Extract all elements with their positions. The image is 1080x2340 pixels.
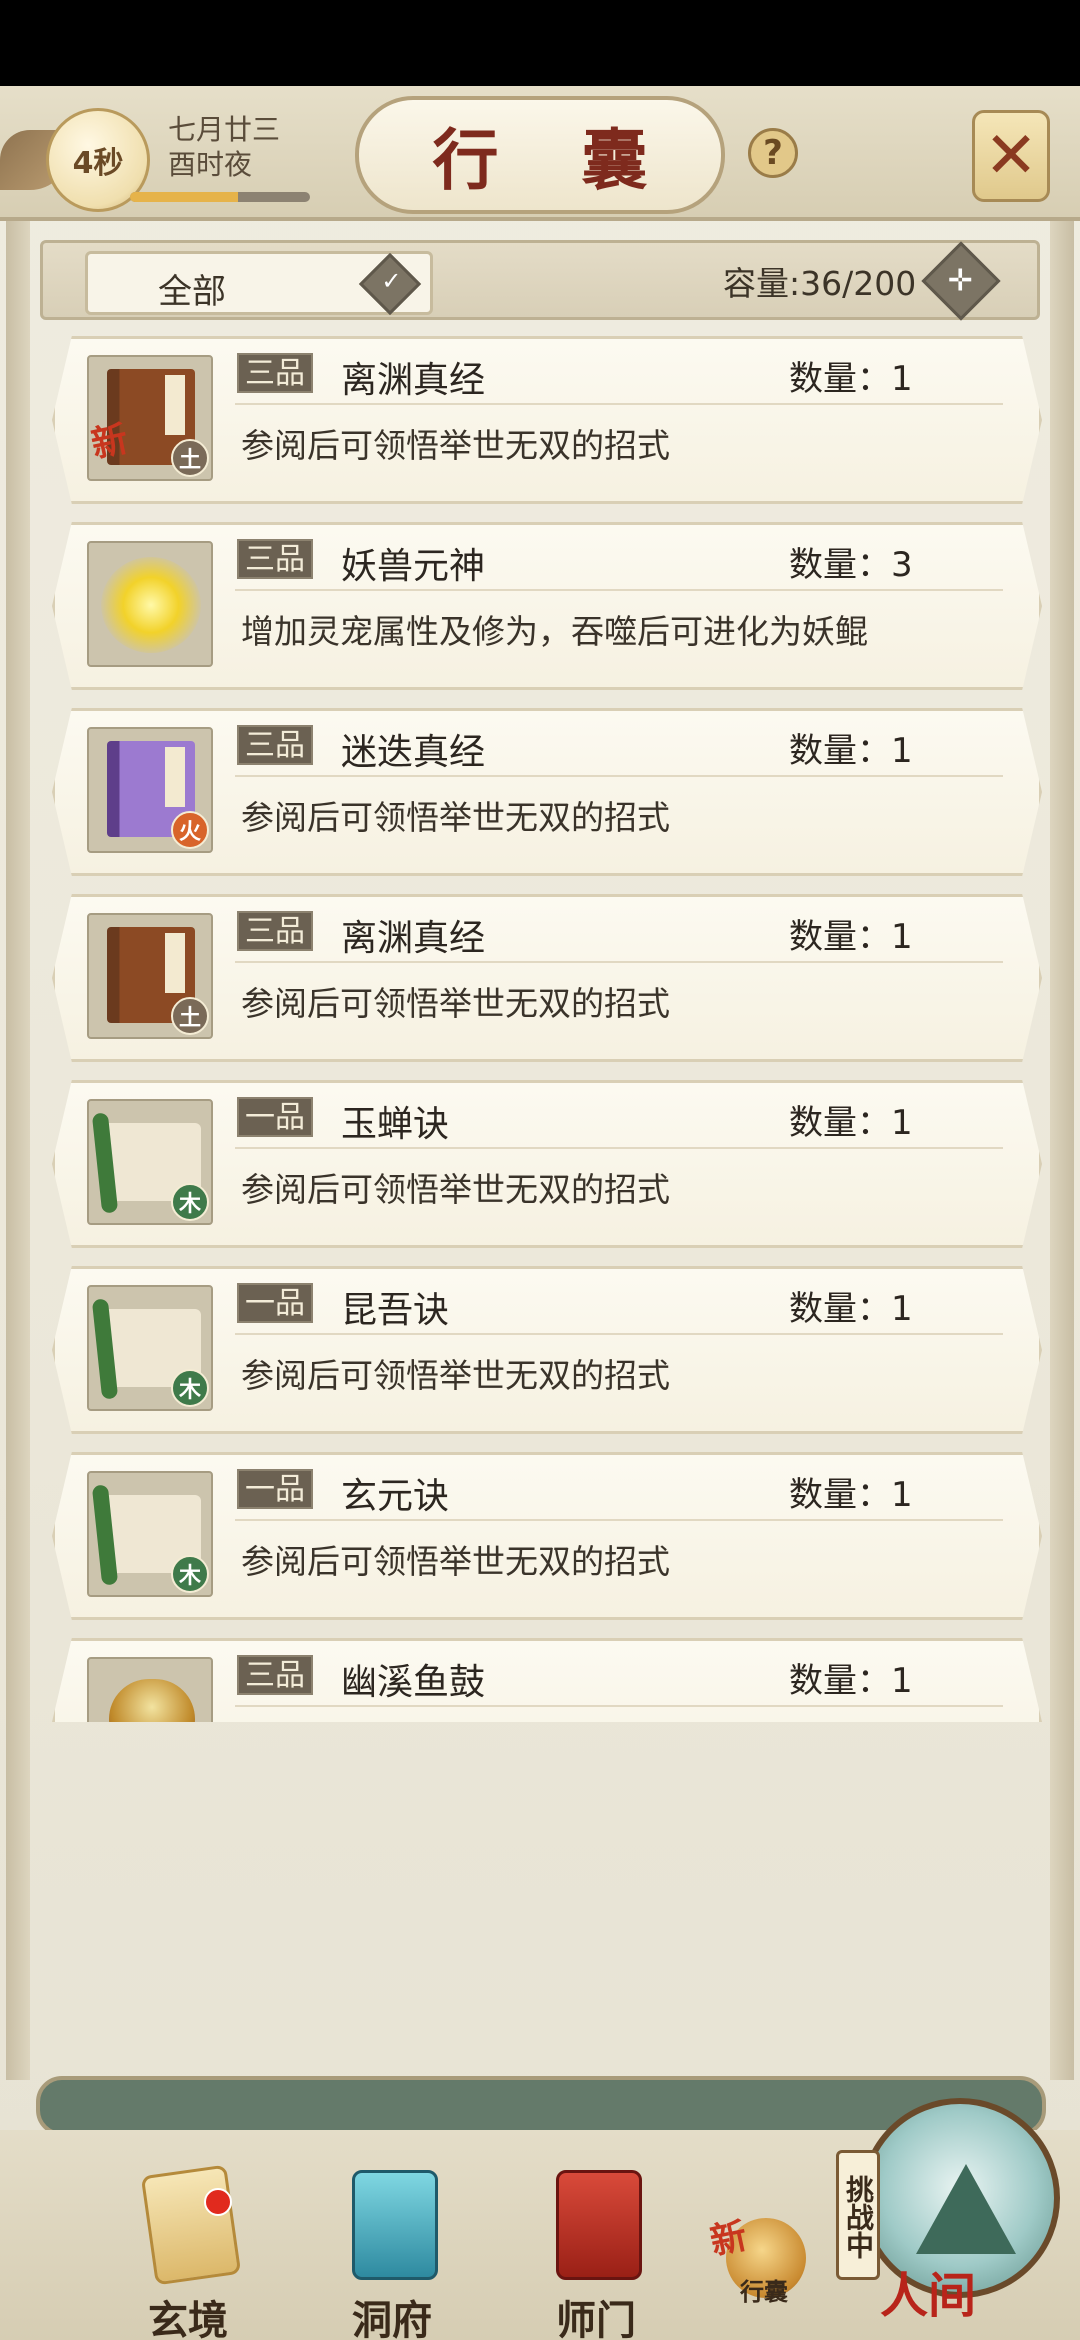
list-item[interactable]: 土新三品 离渊真经 数量：1 参阅后可领悟举世无双的招式	[52, 336, 1042, 504]
notification-dot	[204, 2188, 232, 2216]
item-name: 昆吾诀	[341, 1290, 450, 1331]
element-badge: 土	[171, 439, 209, 477]
pavilion-icon	[352, 2170, 438, 2280]
divider	[235, 589, 1003, 591]
divider	[235, 1147, 1003, 1149]
new-badge: 新	[706, 2214, 751, 2264]
grade-tag: 三品	[237, 1655, 313, 1695]
mountain-icon	[916, 2164, 1016, 2254]
nav-sect[interactable]: 师门	[526, 2170, 666, 2340]
category-dropdown-label: 全部	[158, 272, 226, 312]
page-title: 行 囊	[355, 96, 725, 214]
nav-cave[interactable]: 洞府	[322, 2170, 462, 2340]
list-item[interactable]: 火 三品 迷迭真经 数量：1 参阅后可领悟举世无双的招式	[52, 708, 1042, 876]
item-description: 参阅后可领悟举世无双的招式	[241, 1170, 670, 1209]
item-description: 参阅后可领悟举世无双的招式	[241, 1356, 670, 1395]
status-bar	[0, 0, 1080, 86]
world-label: 人间	[880, 2268, 977, 2324]
close-button[interactable]: ✕	[972, 110, 1050, 202]
grade-tag: 三品	[237, 353, 313, 393]
chevron-down-icon	[358, 252, 422, 316]
element-badge: 土	[171, 997, 209, 1035]
category-dropdown[interactable]: 全部	[85, 251, 433, 316]
scroll-icon	[140, 2164, 242, 2286]
green-scroll-icon: 木	[87, 1471, 213, 1597]
capacity-label: 容量:36/200	[723, 264, 917, 303]
list-item[interactable]: 三品 妖兽元神 数量：3 增加灵宠属性及修为，吞噬后可进化为妖鲲	[52, 522, 1042, 690]
item-name: 玄元诀	[341, 1476, 450, 1517]
item-quantity: 数量：1	[789, 1103, 913, 1143]
brown-book-icon: 土	[87, 913, 213, 1039]
grade-tag: 三品	[237, 539, 313, 579]
nav-sect-label: 师门	[556, 2297, 636, 2340]
item-name: 妖兽元神	[341, 546, 486, 587]
green-scroll-icon: 木	[87, 1285, 213, 1411]
item-description: 参阅后可领悟举世无双的招式	[241, 426, 670, 465]
item-name: 玉蝉诀	[341, 1104, 450, 1145]
item-quantity: 数量：1	[789, 359, 913, 399]
nav-realm[interactable]: 玄境	[118, 2164, 258, 2340]
element-badge: 火	[171, 811, 209, 849]
help-button[interactable]: ?	[748, 128, 798, 178]
nav-cave-label: 洞府	[352, 2297, 432, 2340]
divider	[235, 1519, 1003, 1521]
date-line-1: 七月廿三	[168, 113, 281, 146]
item-quantity: 数量：1	[789, 917, 913, 957]
date-line-2: 酉时夜	[168, 148, 253, 181]
divider	[235, 775, 1003, 777]
golden-spirit-icon	[87, 541, 213, 667]
list-item[interactable]: 木 一品 玄元诀 数量：1 参阅后可领悟举世无双的招式	[52, 1452, 1042, 1620]
item-name: 幽溪鱼鼓	[341, 1662, 486, 1703]
nav-bag[interactable]: 新 行囊	[707, 2210, 820, 2330]
divider	[235, 961, 1003, 963]
list-item[interactable]: 木 一品 昆吾诀 数量：1 参阅后可领悟举世无双的招式	[52, 1266, 1042, 1434]
item-quantity: 数量：1	[789, 1661, 913, 1701]
grade-tag: 一品	[237, 1469, 313, 1509]
item-description: 参阅后可领悟举世无双的招式	[241, 1542, 670, 1581]
timer-text: 4秒	[72, 146, 124, 181]
expand-capacity-icon[interactable]: ✛	[921, 241, 1001, 321]
time-progress-bar	[130, 192, 310, 202]
element-badge: 木	[171, 1369, 209, 1407]
purple-book-icon: 火	[87, 727, 213, 853]
item-list[interactable]: 土新三品 离渊真经 数量：1 参阅后可领悟举世无双的招式 三品 妖兽元神 数量：3 增加灵宠属…	[0, 330, 1080, 1722]
drum-icon	[87, 1657, 213, 1722]
banner-icon	[556, 2170, 642, 2280]
item-name: 离渊真经	[341, 360, 486, 401]
nav-realm-label: 玄境	[148, 2297, 228, 2340]
grade-tag: 一品	[237, 1097, 313, 1137]
nav-bag-label: 行囊	[740, 2278, 788, 2306]
list-item[interactable]: 三品 幽溪鱼鼓 数量：1	[52, 1638, 1042, 1722]
item-name: 离渊真经	[341, 918, 486, 959]
item-description: 增加灵宠属性及修为，吞噬后可进化为妖鲲	[241, 612, 868, 651]
filter-bar: 全部 容量:36/200 ✛	[40, 240, 1040, 321]
item-quantity: 数量：1	[789, 1289, 913, 1329]
element-badge: 木	[171, 1555, 209, 1593]
grade-tag: 三品	[237, 911, 313, 951]
grade-tag: 三品	[237, 725, 313, 765]
grade-tag: 一品	[237, 1283, 313, 1323]
time-progress-fill	[130, 192, 238, 202]
list-item[interactable]: 土 三品 离渊真经 数量：1 参阅后可领悟举世无双的招式	[52, 894, 1042, 1062]
challenge-status-tag: 挑战中	[836, 2150, 880, 2280]
item-description: 参阅后可领悟举世无双的招式	[241, 984, 670, 1023]
divider	[235, 403, 1003, 405]
green-scroll-icon: 木	[87, 1099, 213, 1225]
item-quantity: 数量：1	[789, 731, 913, 771]
item-quantity: 数量：3	[789, 545, 913, 585]
divider	[235, 1333, 1003, 1335]
item-name: 迷迭真经	[341, 732, 486, 773]
item-quantity: 数量：1	[789, 1475, 913, 1515]
item-description: 参阅后可领悟举世无双的招式	[241, 798, 670, 837]
divider	[235, 1705, 1003, 1707]
element-badge: 木	[171, 1183, 209, 1221]
list-item[interactable]: 木 一品 玉蝉诀 数量：1 参阅后可领悟举世无双的招式	[52, 1080, 1042, 1248]
brown-book-icon: 土新	[87, 355, 213, 481]
